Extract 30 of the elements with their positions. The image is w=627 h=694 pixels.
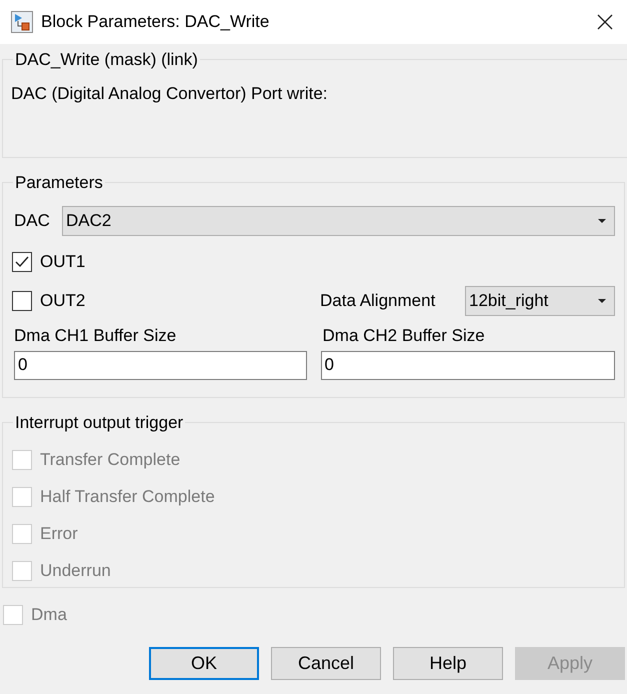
field-label: Data Alignment: [320, 290, 436, 312]
input-field[interactable]: 0: [14, 350, 306, 380]
checkbox-label: Transfer Complete: [40, 449, 180, 472]
dac-dropdown[interactable]: DAC2: [62, 206, 615, 236]
group-title: Parameters: [14, 172, 104, 194]
close-icon[interactable]: [597, 14, 613, 30]
app-icon: [11, 11, 33, 33]
check-icon: [15, 256, 29, 268]
checkbox-label: Half Transfer Complete: [40, 486, 215, 508]
checkbox[interactable]: [12, 291, 32, 311]
group-title: DAC_Write (mask) (link): [14, 49, 199, 71]
checkbox[interactable]: [12, 252, 32, 272]
field-label: Dma CH1 Buffer Size: [14, 324, 178, 346]
checkbox-label: Dma: [31, 604, 67, 626]
dialog-button[interactable]: Help: [393, 647, 503, 680]
field-label: DAC: [14, 210, 51, 232]
checkbox-label: OUT1: [40, 251, 86, 274]
description-text: DAC (Digital Analog Convertor) Port write:: [11, 82, 329, 104]
checkbox-label: Underrun: [40, 560, 111, 582]
caret-icon: [598, 218, 606, 222]
checkbox-label: OUT2: [40, 290, 86, 312]
caret-icon: [598, 299, 606, 303]
dialog-button[interactable]: OK: [149, 647, 259, 680]
dialog-button[interactable]: Cancel: [271, 647, 381, 680]
field-label: Dma CH2 Buffer Size: [322, 324, 486, 346]
group-title: Interrupt output trigger: [14, 412, 184, 434]
input-field[interactable]: 0: [320, 350, 615, 380]
alignment-dropdown[interactable]: 12bit_right: [465, 286, 615, 316]
checkbox-label: Error: [40, 523, 78, 546]
window-title: Block Parameters: DAC_Write: [41, 11, 270, 34]
